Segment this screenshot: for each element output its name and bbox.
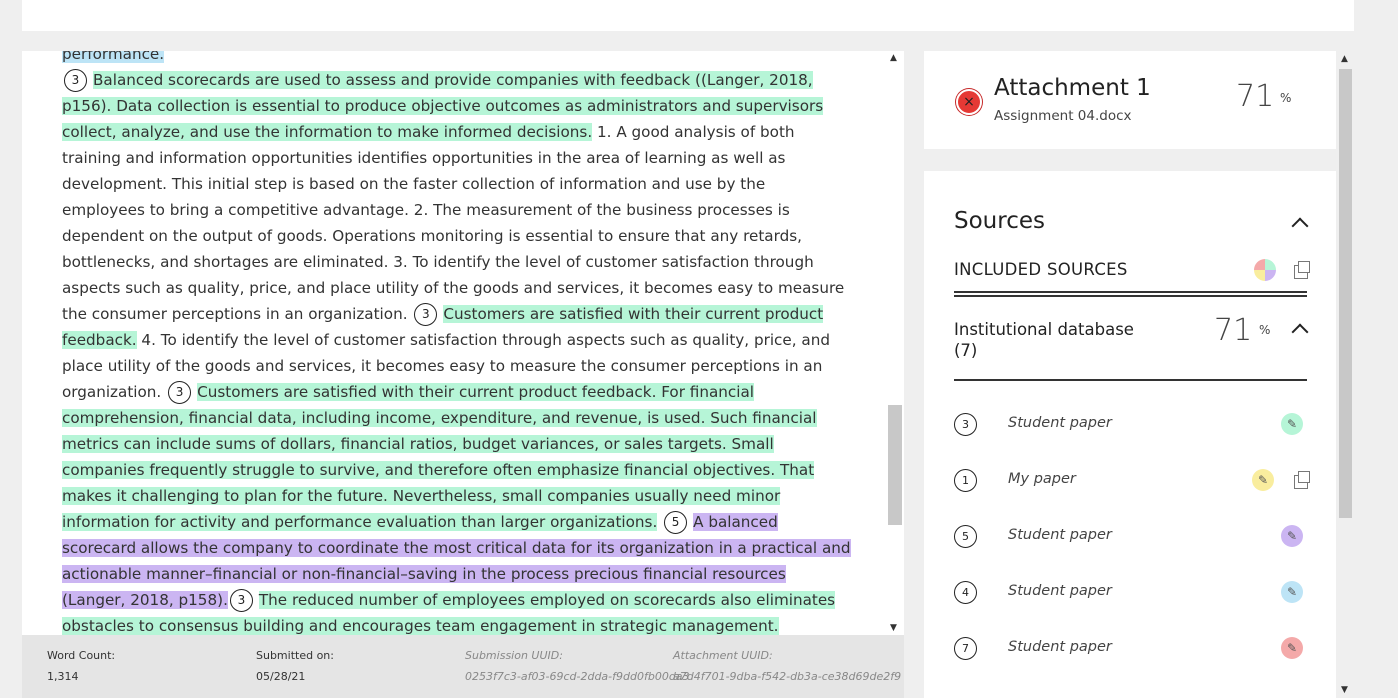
source-number-marker[interactable]: 3 — [229, 589, 253, 612]
source-name: Student paper — [1008, 583, 1112, 599]
attachment-uuid-value: a7d4f701-9dba-f542-db3a-ce38d69de2f9 — [673, 670, 902, 683]
attachment-card: × Attachment 1 Assignment 04.docx 71 % — [924, 51, 1336, 149]
submission-uuid-value: 0253f7c3-af03-69cd-2dda-f9dd0fb00da3 — [465, 670, 690, 683]
included-sources-title: INCLUDED SOURCES — [954, 260, 1128, 279]
side-scrollbar[interactable]: ▲ ▼ — [1338, 51, 1354, 698]
word-count: Word Count: 1,314 — [47, 649, 116, 683]
submitted-date: 05/28/21 — [256, 670, 306, 683]
highlighter-icon[interactable]: ✎ — [1281, 525, 1303, 547]
source-name: Student paper — [1008, 527, 1112, 543]
submission-uuid: Submission UUID: 0253f7c3-af03-69cd-2dda… — [465, 649, 690, 683]
document-viewer[interactable]: performance. 3 Balanced scorecards are us… — [22, 51, 886, 635]
highlighter-icon[interactable]: ✎ — [1281, 581, 1303, 603]
scroll-up-icon[interactable]: ▲ — [890, 53, 897, 63]
source-number-marker[interactable]: 5 — [664, 511, 688, 534]
source-number: 7 — [954, 637, 977, 660]
source-number: 3 — [954, 413, 977, 436]
document-scrollbar[interactable]: ▲ ▼ — [886, 51, 904, 635]
database-percent-sign: % — [1259, 323, 1271, 337]
previous-highlight: performance. — [62, 51, 165, 63]
open-external-icon[interactable] — [1294, 471, 1310, 489]
source-number: 5 — [954, 525, 977, 548]
institutional-database-title: Institutional database (7) — [954, 320, 1134, 360]
submission-footer: Word Count: 1,314 Submitted on: 05/28/21… — [22, 635, 904, 698]
source-number: 4 — [954, 581, 977, 604]
highlighter-icon[interactable]: ✎ — [1281, 637, 1303, 659]
highlighter-icon[interactable]: ✎ — [1252, 469, 1274, 491]
divider — [954, 295, 1307, 297]
source-item[interactable]: 1 My paper ✎ — [954, 467, 1314, 497]
divider — [954, 379, 1307, 381]
highlighter-icon[interactable]: ✎ — [1281, 413, 1303, 435]
multi-highlight-icon[interactable] — [1254, 259, 1276, 281]
document-text-run: 1. A good analysis of both training and … — [62, 123, 845, 323]
word-count-value: 1,314 — [47, 670, 79, 683]
sources-card: Sources INCLUDED SOURCES Institutional d… — [924, 171, 1336, 698]
scroll-down-icon[interactable]: ▼ — [1341, 685, 1348, 695]
close-icon[interactable]: × — [956, 89, 982, 115]
divider — [954, 291, 1307, 293]
scroll-down-icon[interactable]: ▼ — [890, 623, 897, 633]
source-item[interactable]: 5 Student paper ✎ — [954, 523, 1314, 553]
source-item[interactable]: 7 Student paper ✎ — [954, 635, 1314, 665]
source-name: Student paper — [1008, 639, 1112, 655]
attachment-percent-sign: % — [1280, 91, 1292, 105]
submitted-on: Submitted on: 05/28/21 — [256, 649, 334, 683]
attachment-filename: Assignment 04.docx — [994, 108, 1132, 124]
source-number-marker[interactable]: 3 — [168, 381, 192, 404]
source-name: My paper — [1008, 471, 1076, 487]
source-number-marker[interactable]: 3 — [414, 303, 438, 326]
source-number: 1 — [954, 469, 977, 492]
attachment-uuid: Attachment UUID: a7d4f701-9dba-f542-db3a… — [673, 649, 902, 683]
matched-text[interactable]: Customers are satisfied with their curre… — [62, 383, 817, 531]
database-percent: 71 — [1214, 313, 1253, 348]
source-name: Student paper — [1008, 415, 1112, 431]
attachment-title: Attachment 1 — [994, 75, 1151, 101]
side-panel: × Attachment 1 Assignment 04.docx 71 % S… — [924, 51, 1338, 698]
document-text-run — [657, 513, 662, 531]
collapse-database-chevron-icon[interactable] — [1291, 323, 1309, 341]
document-text: performance. 3 Balanced scorecards are us… — [62, 51, 852, 635]
scroll-up-icon[interactable]: ▲ — [1341, 54, 1348, 64]
source-item[interactable]: 4 Student paper ✎ — [954, 579, 1314, 609]
document-scrollbar-thumb[interactable] — [888, 405, 902, 525]
sources-title: Sources — [954, 208, 1045, 234]
collapse-sources-chevron-icon[interactable] — [1291, 217, 1309, 235]
top-bar — [22, 0, 1354, 31]
source-item[interactable]: 3 Student paper ✎ — [954, 411, 1314, 441]
open-external-icon[interactable] — [1294, 261, 1310, 279]
source-number-marker[interactable]: 3 — [64, 69, 87, 92]
attachment-percent: 71 — [1236, 79, 1275, 114]
side-scrollbar-thumb[interactable] — [1339, 69, 1352, 518]
